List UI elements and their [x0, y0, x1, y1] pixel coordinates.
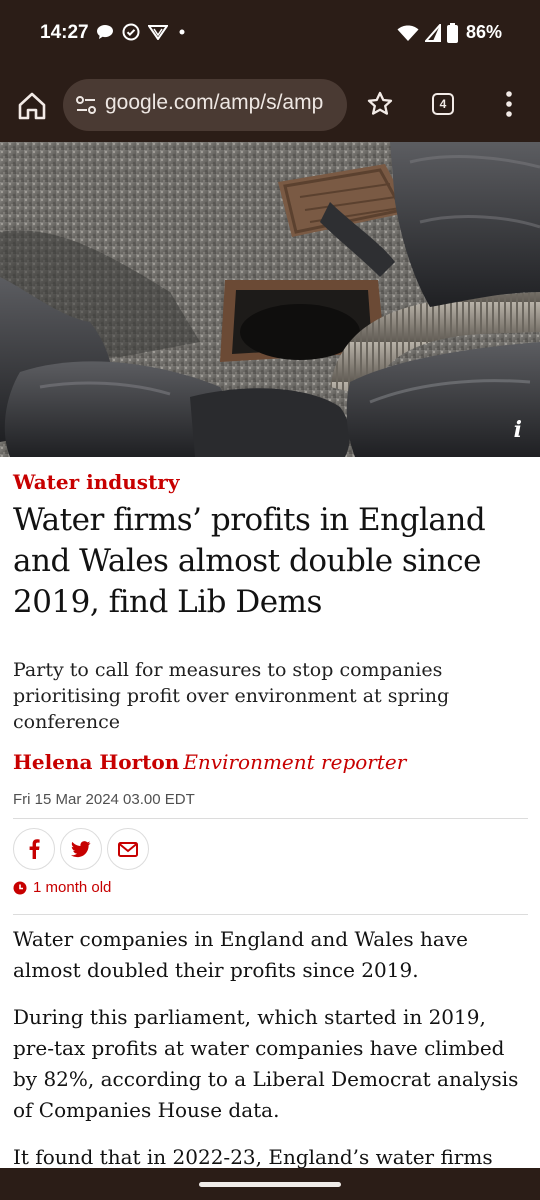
twitter-icon — [71, 840, 91, 857]
site-settings-icon[interactable] — [75, 94, 97, 116]
sensor-icon — [148, 25, 168, 40]
hero-image: i — [0, 142, 540, 457]
star-icon[interactable] — [366, 90, 394, 118]
gesture-handle[interactable] — [199, 1182, 341, 1187]
battery-icon — [446, 22, 458, 43]
more-vert-icon[interactable] — [500, 90, 518, 118]
facebook-icon — [29, 839, 40, 859]
notification-icons — [96, 23, 188, 41]
battery-percent: 86% — [465, 22, 502, 42]
article-age-text: 1 month old — [33, 879, 112, 896]
status-bar: 14:27 86% — [0, 0, 540, 68]
signal-icon — [424, 23, 441, 42]
divider — [13, 818, 528, 819]
publish-date: Fri 15 Mar 2024 03.00 EDT — [13, 791, 195, 808]
body-paragraph: During this parliament, which started in… — [13, 1005, 519, 1122]
email-share-button[interactable] — [107, 828, 149, 870]
info-button[interactable]: i — [514, 417, 522, 443]
chat-bubble-icon — [97, 25, 113, 39]
share-buttons — [13, 828, 149, 870]
author-name[interactable]: Helena Horton — [13, 750, 179, 774]
wifi-icon — [397, 25, 419, 41]
headline: Water firms’ profits in England and Wale… — [13, 502, 486, 620]
body-paragraph: Water companies in England and Wales hav… — [13, 927, 468, 982]
author-role: Environment reporter — [183, 750, 407, 774]
home-icon[interactable] — [16, 90, 48, 122]
url-text[interactable]: google.com/amp/s/amp — [105, 91, 337, 115]
system-icons: 86% — [397, 22, 502, 43]
body-paragraph: It found that in 2022-23, England’s wate… — [13, 1145, 493, 1168]
navigation-bar — [0, 1168, 540, 1200]
section-kicker[interactable]: Water industry — [13, 470, 179, 494]
drain-photo — [0, 142, 540, 457]
divider — [13, 914, 528, 915]
status-time: 14:27 — [40, 22, 89, 43]
address-bar[interactable]: google.com/amp/s/amp — [63, 79, 347, 131]
dot-icon — [179, 29, 185, 35]
browser-toolbar: google.com/amp/s/amp 4 — [0, 68, 540, 142]
standfirst: Party to call for measures to stop compa… — [13, 659, 450, 733]
article-age: 1 month old — [13, 879, 111, 896]
tab-switcher-button[interactable]: 4 — [432, 93, 454, 115]
facebook-share-button[interactable] — [13, 828, 55, 870]
mail-icon — [118, 841, 138, 857]
twitter-share-button[interactable] — [60, 828, 102, 870]
byline: Helena Horton Environment reporter — [13, 750, 406, 774]
check-circle-icon — [122, 23, 140, 41]
clock-icon — [13, 881, 27, 894]
